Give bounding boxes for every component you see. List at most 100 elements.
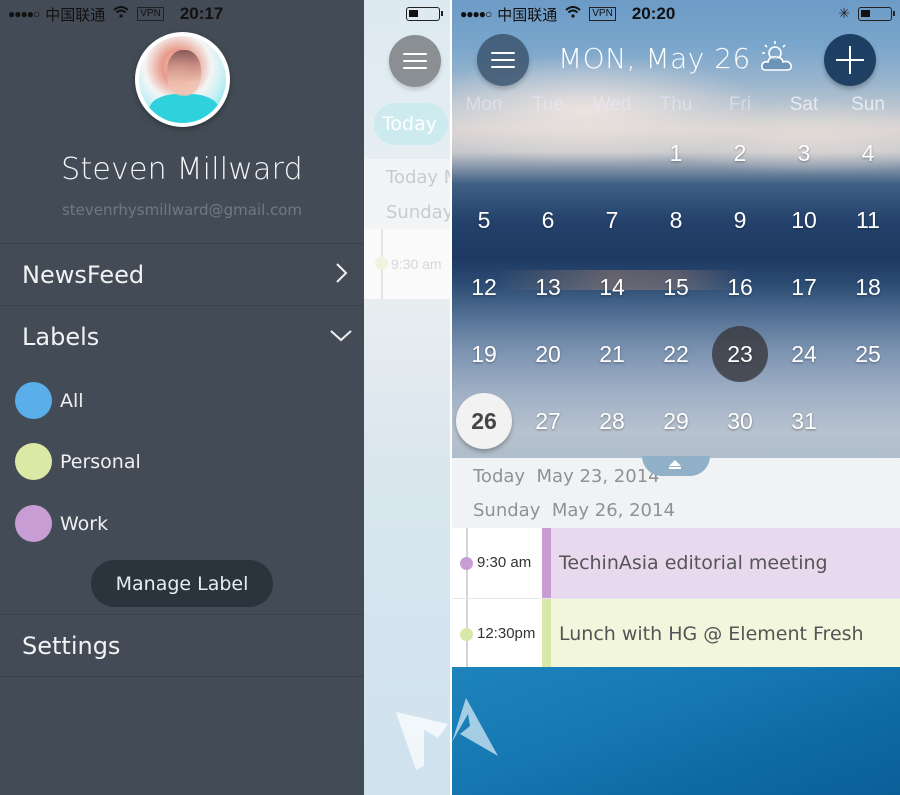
event-dot — [460, 557, 473, 570]
label-item-work[interactable]: Work — [15, 505, 108, 542]
day-cell[interactable]: 14 — [584, 259, 640, 315]
menu-item-newsfeed[interactable]: NewsFeed — [0, 243, 364, 305]
event-time: 12:30pm — [477, 625, 536, 642]
right-screenshot: ●●●●○ 中国联通 VPN 20:20 ✳ MON, May 26 Mon Tu… — [452, 0, 900, 795]
menu-item-settings[interactable]: Settings — [0, 614, 364, 676]
weekday-label: Thu — [659, 94, 693, 115]
vpn-indicator: VPN — [137, 7, 164, 21]
day-cell[interactable]: 9 — [712, 192, 768, 248]
today-day-cell[interactable]: 23 — [712, 326, 768, 382]
event-row[interactable]: 9:30 am TechinAsia editorial meeting — [452, 528, 900, 598]
main-view-peek[interactable]: Today Today M Sunday 9:30 am — [364, 0, 450, 795]
day-cell[interactable]: 8 — [648, 192, 704, 248]
agenda-row: Today M — [386, 167, 450, 188]
agenda-row-sunday[interactable]: Sunday May 26, 2014 — [473, 500, 675, 521]
day-cell[interactable]: 27 — [520, 393, 576, 449]
bottom-background — [452, 667, 900, 795]
newsfeed-label: NewsFeed — [22, 260, 145, 289]
label-color-dot — [15, 382, 52, 419]
label-name: All — [60, 389, 84, 412]
eject-icon — [669, 460, 681, 466]
status-bar: ●●●●○ 中国联通 VPN 20:17 — [0, 0, 364, 28]
weekday-label: Mon — [465, 94, 503, 115]
manage-label-button[interactable]: Manage Label — [91, 560, 273, 607]
label-item-all[interactable]: All — [15, 382, 84, 419]
event-title: Lunch with HG @ Element Fresh — [559, 623, 864, 645]
day-cell[interactable]: 30 — [712, 393, 768, 449]
day-cell[interactable]: 6 — [520, 192, 576, 248]
left-screenshot: ●●●●○ 中国联通 VPN 20:17 Steven Millward ste… — [0, 0, 450, 795]
add-event-button[interactable] — [824, 34, 876, 86]
battery-icon — [406, 7, 443, 21]
day-cell[interactable]: 20 — [520, 326, 576, 382]
day-cell[interactable]: 5 — [456, 192, 512, 248]
event-time: 9:30 am — [477, 554, 532, 571]
agenda-row-date: May 26, 2014 — [551, 500, 675, 521]
event-dot — [375, 257, 388, 270]
vpn-indicator: VPN — [589, 7, 616, 21]
weekday-label: Wed — [592, 94, 632, 115]
event-row[interactable]: 12:30pm Lunch with HG @ Element Fresh — [452, 598, 900, 669]
menu-item-labels[interactable]: Labels — [0, 305, 364, 367]
event-color-stripe — [542, 528, 551, 598]
day-cell[interactable]: 11 — [840, 192, 896, 248]
day-cell[interactable]: 22 — [648, 326, 704, 382]
label-name: Personal — [60, 450, 141, 473]
user-email: stevenrhysmillward@gmail.com — [61, 201, 303, 219]
label-item-personal[interactable]: Personal — [15, 443, 141, 480]
event-block[interactable]: Lunch with HG @ Element Fresh — [542, 599, 900, 669]
menu-button[interactable] — [389, 35, 441, 87]
menu-button[interactable] — [477, 34, 529, 86]
signal-strength: ●●●●○ — [460, 7, 492, 21]
event-peek: 9:30 am — [364, 229, 450, 299]
day-cell[interactable]: 10 — [776, 192, 832, 248]
day-cell[interactable]: 25 — [840, 326, 896, 382]
avatar-body — [149, 94, 219, 123]
weekday-header: Mon Tue Wed Thu Fri Sat Sun — [452, 94, 900, 116]
agenda-row-label: Sunday — [473, 500, 541, 521]
watermark-logo-left — [396, 712, 448, 770]
label-name: Work — [60, 512, 109, 535]
day-cell[interactable]: 1 — [648, 125, 704, 181]
wifi-icon — [113, 5, 129, 23]
day-cell[interactable]: 31 — [776, 393, 832, 449]
today-button[interactable]: Today — [374, 103, 448, 145]
day-cell[interactable]: 17 — [776, 259, 832, 315]
agenda-row-label: Today — [473, 466, 526, 487]
day-cell[interactable]: 28 — [584, 393, 640, 449]
day-cell[interactable]: 13 — [520, 259, 576, 315]
day-cell[interactable]: 4 — [840, 125, 896, 181]
collapse-calendar-handle[interactable] — [642, 456, 710, 476]
label-color-dot — [15, 443, 52, 480]
event-block[interactable]: TechinAsia editorial meeting — [542, 528, 900, 598]
status-time: 20:17 — [179, 4, 224, 23]
event-dot — [460, 628, 473, 641]
agenda-row-date: May 23, 2014 — [536, 466, 660, 487]
day-cell[interactable]: 15 — [648, 259, 704, 315]
carrier-name: 中国联通 — [497, 6, 558, 24]
day-cell[interactable]: 16 — [712, 259, 768, 315]
signal-strength: ●●●●○ — [8, 7, 40, 21]
agenda-row-today[interactable]: Today May 23, 2014 — [473, 466, 660, 487]
partly-cloudy-icon — [761, 41, 792, 71]
label-color-dot — [15, 505, 52, 542]
agenda-list-peek: Today M Sunday — [364, 159, 450, 229]
day-cell[interactable]: 7 — [584, 192, 640, 248]
selected-day-cell[interactable]: 26 — [456, 393, 512, 449]
day-cell[interactable]: 19 — [456, 326, 512, 382]
day-cell[interactable]: 21 — [584, 326, 640, 382]
hamburger-icon — [403, 53, 427, 69]
chevron-right-icon — [336, 263, 348, 283]
eject-icon-bar — [669, 467, 681, 469]
hamburger-icon — [491, 52, 515, 68]
event-title: TechinAsia editorial meeting — [559, 552, 828, 574]
day-cell[interactable]: 2 — [712, 125, 768, 181]
day-cell[interactable]: 24 — [776, 326, 832, 382]
current-date-title: MON, May 26 — [558, 42, 751, 75]
day-cell[interactable]: 3 — [776, 125, 832, 181]
day-cell[interactable]: 18 — [840, 259, 896, 315]
day-cell[interactable]: 29 — [648, 393, 704, 449]
day-cell[interactable]: 12 — [456, 259, 512, 315]
weekday-label: Sat — [789, 94, 819, 115]
avatar[interactable] — [135, 32, 230, 127]
